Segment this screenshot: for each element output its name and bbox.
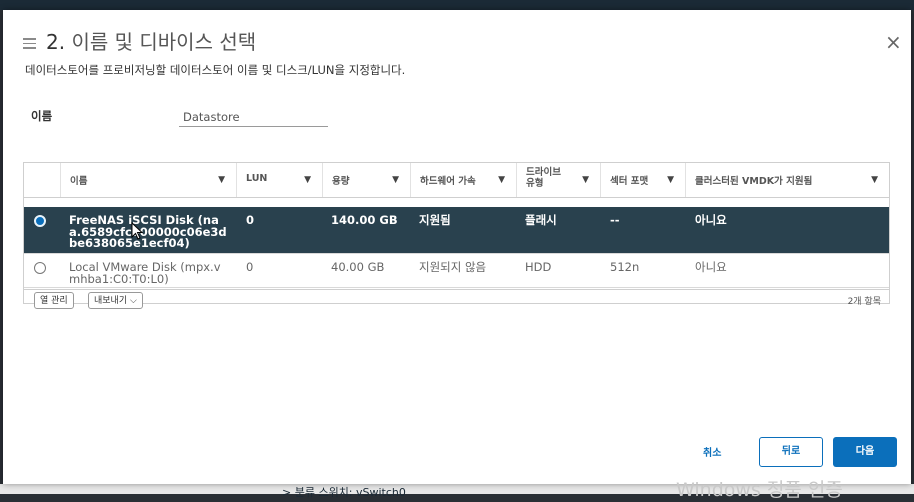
- filter-icon[interactable]: ▼: [582, 175, 589, 185]
- device-name: Local VMware Disk (mpx.vmhba1:C0:T0:L0): [69, 260, 221, 286]
- background-tree-item: > 분류 스위치: vSwitch0: [282, 486, 406, 499]
- device-hw-accel: 지원됨: [419, 213, 451, 227]
- step-title: 이름 및 디바이스 선택: [71, 30, 257, 54]
- radio-button[interactable]: [34, 215, 46, 227]
- dialog: 2. 이름 및 디바이스 선택 × 데이터스토어를 프로비저닝할 데이터스토어 …: [3, 10, 911, 484]
- header-capacity[interactable]: 용량 ▼: [322, 163, 410, 197]
- header-drive-type[interactable]: 드라이브 유형 ▼: [516, 163, 600, 197]
- header-label: 하드웨어 가속: [420, 176, 476, 187]
- close-icon[interactable]: ×: [885, 32, 902, 52]
- next-button[interactable]: 다음: [833, 437, 897, 467]
- header-hw-accel[interactable]: 하드웨어 가속 ▼: [410, 163, 516, 197]
- hamburger-icon[interactable]: [23, 38, 36, 49]
- header-lun[interactable]: LUN ▼: [236, 163, 322, 197]
- device-clustered-vmdk: 아니요: [695, 260, 727, 274]
- filter-icon[interactable]: ▼: [392, 175, 399, 185]
- device-capacity: 140.00 GB: [331, 213, 398, 227]
- device-drive-type: HDD: [525, 260, 552, 274]
- device-grid: 이름 ▼ LUN ▼ 용량 ▼ 하드웨어 가속 ▼ 드라이브 유형 ▼ 섹터 포맷…: [23, 162, 890, 309]
- manage-columns-button[interactable]: 열 관리: [34, 292, 74, 309]
- device-clustered-vmdk: 아니요: [695, 213, 727, 227]
- mouse-cursor-icon: [131, 222, 143, 240]
- device-name: FreeNAS iSCSI Disk (naa.6589cfc000000c06…: [69, 213, 227, 250]
- header-sector-format[interactable]: 섹터 포맷 ▼: [600, 163, 685, 197]
- header-name[interactable]: 이름 ▼: [60, 163, 236, 197]
- header-select-column: [24, 163, 60, 197]
- device-lun: 0: [246, 260, 254, 274]
- header-label: 이름: [70, 176, 88, 187]
- table-row[interactable]: Local VMware Disk (mpx.vmhba1:C0:T0:L0) …: [24, 254, 889, 288]
- header-clustered-vmdk[interactable]: 클러스터된 VMDK가 지원됨 ▼: [685, 163, 889, 197]
- activation-watermark: Windows 정품 인증: [676, 479, 843, 501]
- device-hw-accel: 지원되지 않음: [419, 260, 487, 274]
- grid-footer: 열 관리 내보내기 ⌵ 2개 항목: [24, 289, 889, 312]
- background-window: [0, 0, 914, 10]
- cancel-button[interactable]: 취소: [703, 444, 721, 459]
- grid-header: 이름 ▼ LUN ▼ 용량 ▼ 하드웨어 가속 ▼ 드라이브 유형 ▼ 섹터 포맷…: [24, 163, 889, 198]
- name-label: 이름: [31, 109, 53, 123]
- device-sector-format: --: [610, 213, 620, 227]
- export-button[interactable]: 내보내기 ⌵: [88, 292, 143, 309]
- filter-icon[interactable]: ▼: [871, 175, 878, 185]
- filter-icon[interactable]: ▼: [498, 175, 505, 185]
- device-lun: 0: [246, 213, 255, 227]
- header-label: 섹터 포맷: [610, 176, 649, 187]
- device-sector-format: 512n: [610, 260, 640, 274]
- table-row[interactable]: FreeNAS iSCSI Disk (naa.6589cfc000000c06…: [24, 207, 889, 254]
- step-number: 2.: [46, 30, 66, 54]
- filter-icon[interactable]: ▼: [304, 175, 311, 185]
- filter-icon[interactable]: ▼: [218, 175, 225, 185]
- device-drive-type: 플래시: [525, 213, 557, 227]
- back-button[interactable]: 뒤로: [759, 437, 823, 467]
- page-title: 2. 이름 및 디바이스 선택: [46, 26, 256, 55]
- filter-icon[interactable]: ▼: [667, 175, 674, 185]
- header-label: 드라이브 유형: [526, 167, 561, 189]
- dialog-subtitle: 데이터스토어를 프로비저닝할 데이터스토어 이름 및 디스크/LUN을 지정합니…: [25, 63, 406, 77]
- header-label: LUN: [246, 173, 268, 184]
- name-input[interactable]: [179, 108, 328, 127]
- radio-button[interactable]: [34, 262, 46, 274]
- device-capacity: 40.00 GB: [331, 260, 385, 274]
- item-count: 2개 항목: [847, 297, 881, 307]
- header-label: 용량: [332, 176, 350, 187]
- header-label: 클러스터된 VMDK가 지원됨: [695, 176, 813, 187]
